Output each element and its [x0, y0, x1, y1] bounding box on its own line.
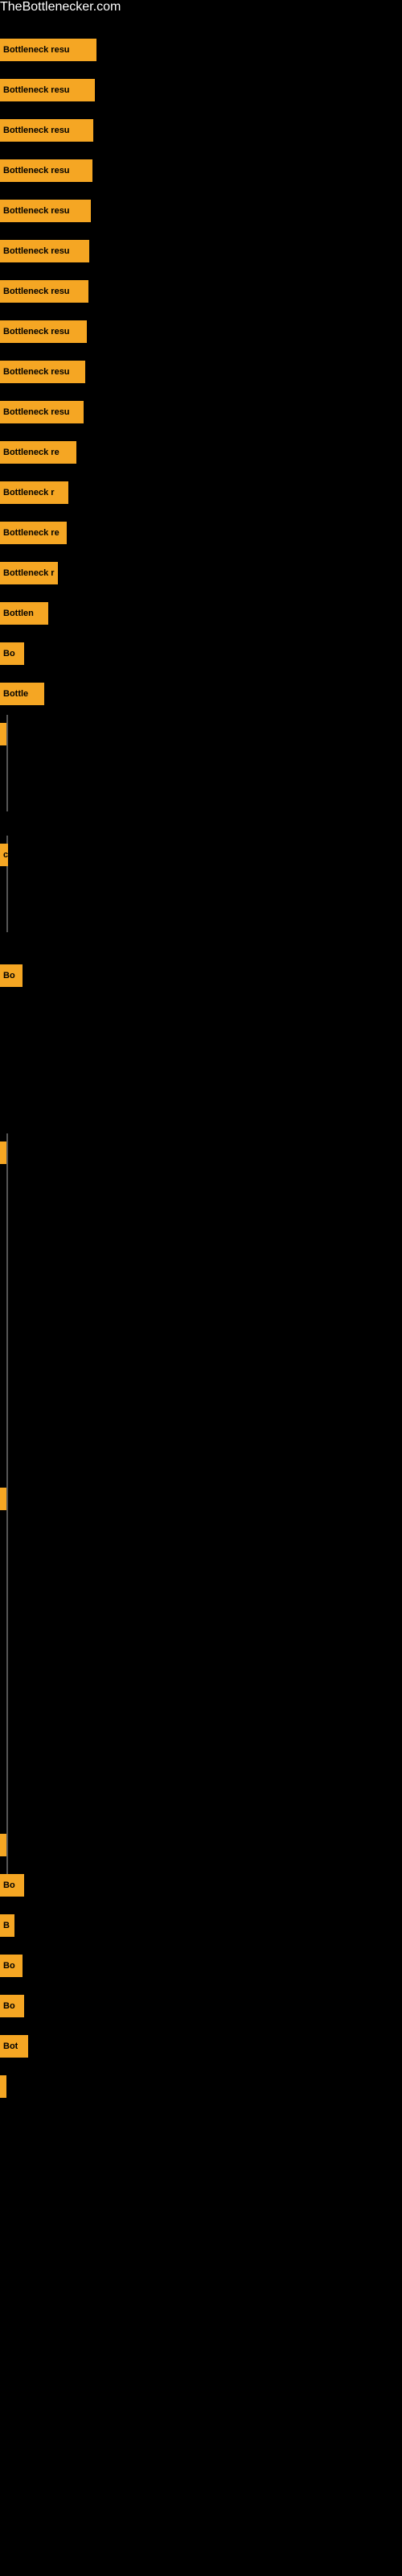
bar: Bottleneck re — [0, 522, 67, 544]
bar-item: Bo — [0, 1955, 23, 1977]
bar — [0, 1488, 6, 1510]
bar-label: Bottleneck re — [3, 448, 59, 457]
bar-label: Bottleneck resu — [3, 287, 70, 296]
bar — [0, 723, 6, 745]
bar: c — [0, 844, 8, 866]
axis-line — [6, 1480, 8, 1882]
bar: Bottleneck resu — [0, 200, 91, 222]
bar: Bottleneck resu — [0, 401, 84, 423]
bar: Bo — [0, 964, 23, 987]
bar-label: Bottleneck r — [3, 568, 55, 578]
bar-label: Bottleneck resu — [3, 45, 70, 55]
bar-item: Bottleneck r — [0, 481, 68, 504]
bar-label: Bottleneck resu — [3, 327, 70, 336]
bar-label: Bo — [3, 1961, 15, 1971]
bar-item: Bottlen — [0, 602, 48, 625]
bar: Bottleneck resu — [0, 240, 89, 262]
bar-item: Bottleneck resu — [0, 280, 88, 303]
bar: Bottleneck resu — [0, 119, 93, 142]
bar-label: Bo — [3, 649, 15, 658]
axis-line — [6, 1133, 8, 1520]
bar-label: B — [3, 1921, 10, 1930]
bar-item: Bottleneck resu — [0, 119, 93, 142]
axis-line — [6, 715, 8, 811]
bar: Bottleneck resu — [0, 320, 87, 343]
bar-item: Bo — [0, 1874, 24, 1897]
bar: Bottleneck re — [0, 441, 76, 464]
bar-label: Bo — [3, 971, 15, 980]
bar-item: Bo — [0, 964, 23, 987]
bar: Bottleneck resu — [0, 159, 92, 182]
bar-item: Bottle — [0, 683, 44, 705]
bar-label: Bottlen — [3, 609, 34, 618]
bar: Bot — [0, 2035, 28, 2058]
bar — [0, 1141, 6, 1164]
axis-line — [6, 1826, 8, 1874]
bar-label: Bottleneck resu — [3, 246, 70, 256]
bar: Bottleneck resu — [0, 361, 85, 383]
bar: Bottlen — [0, 602, 48, 625]
chart-container: Bottleneck resu Bottleneck resu Bottleneck… — [0, 14, 402, 2550]
bar — [0, 2075, 6, 2098]
bar-item: Bo — [0, 1995, 24, 2017]
bar-item — [0, 1488, 6, 1510]
bar: Bottleneck resu — [0, 79, 95, 101]
bar: Bo — [0, 1955, 23, 1977]
site-header: TheBottlenecker.com — [0, 0, 402, 14]
bar-label: Bo — [3, 2001, 15, 2011]
bar-item: Bottleneck r — [0, 562, 58, 584]
bar: Bottleneck r — [0, 562, 58, 584]
bar-label: Bot — [3, 2041, 18, 2051]
bar: Bottleneck r — [0, 481, 68, 504]
bar-label: c — [3, 850, 8, 860]
bar-label: Bo — [3, 1880, 15, 1890]
bar-item — [0, 1141, 6, 1164]
bar: B — [0, 1914, 14, 1937]
bar-label: Bottleneck re — [3, 528, 59, 538]
bar-item — [0, 723, 6, 745]
bar-item: Bo — [0, 642, 24, 665]
bar-item: Bot — [0, 2035, 28, 2058]
bar-item: Bottleneck re — [0, 441, 76, 464]
bar-item: Bottleneck re — [0, 522, 67, 544]
bar-item: Bottleneck resu — [0, 39, 96, 61]
bar-item: Bottleneck resu — [0, 361, 85, 383]
bar-item: Bottleneck resu — [0, 79, 95, 101]
bar-item: Bottleneck resu — [0, 320, 87, 343]
bar-item: B — [0, 1914, 14, 1937]
bar-label: Bottleneck resu — [3, 166, 70, 175]
bar-item — [0, 2075, 6, 2098]
bar: Bottle — [0, 683, 44, 705]
bar: Bo — [0, 642, 24, 665]
bar-label: Bottleneck r — [3, 488, 55, 497]
bar-label: Bottleneck resu — [3, 407, 70, 417]
bar: Bottleneck resu — [0, 39, 96, 61]
bar-label: Bottleneck resu — [3, 206, 70, 216]
bar-item: Bottleneck resu — [0, 159, 92, 182]
bar — [0, 1834, 6, 1856]
bar: Bottleneck resu — [0, 280, 88, 303]
bar: Bo — [0, 1874, 24, 1897]
bar-item: Bottleneck resu — [0, 401, 84, 423]
bar-item: c — [0, 844, 8, 866]
bar-item — [0, 1834, 6, 1856]
bar-label: Bottleneck resu — [3, 126, 70, 135]
bar-item: Bottleneck resu — [0, 240, 89, 262]
bar-label: Bottleneck resu — [3, 85, 70, 95]
bar-label: Bottleneck resu — [3, 367, 70, 377]
bar-label: Bottle — [3, 689, 28, 699]
bar-item: Bottleneck resu — [0, 200, 91, 222]
bar: Bo — [0, 1995, 24, 2017]
